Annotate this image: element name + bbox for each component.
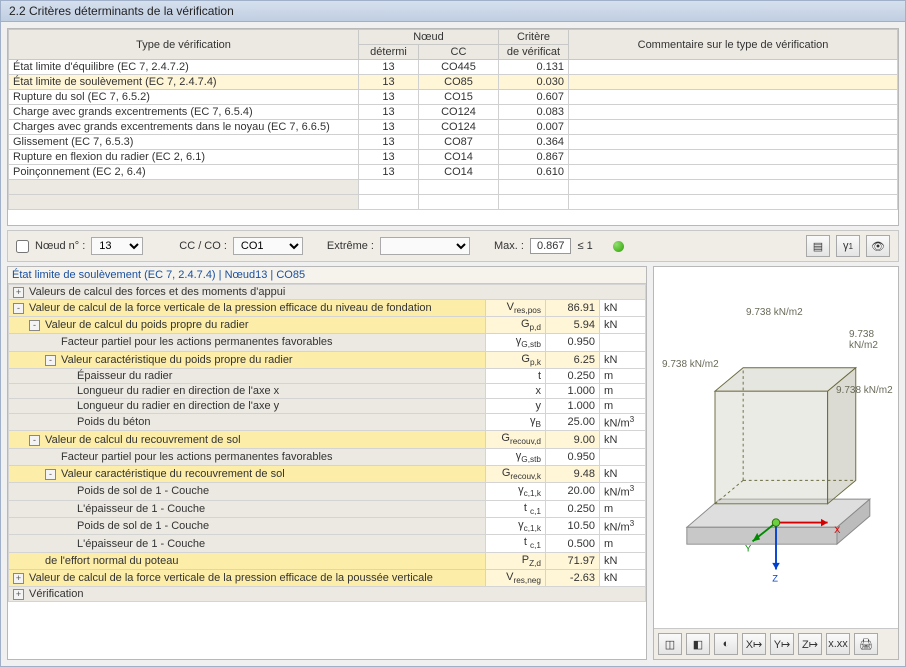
toolbar-btn-1[interactable]: ▤ — [806, 235, 830, 257]
details-row[interactable]: Facteur partiel pour les actions permane… — [9, 334, 646, 351]
viewer-panel: X Y Z 9.738 kN/m2 9.738 kN/m2 9.738 kN/m… — [653, 266, 899, 660]
details-row[interactable]: de l'effort normal du poteauPZ,d71.97kN — [9, 552, 646, 569]
filter-bar: Nœud n° : 13 CC / CO : CO1 Extrême : Max… — [7, 230, 899, 262]
lower-split: État limite de soulèvement (EC 7, 2.4.7.… — [7, 266, 899, 660]
twisty-icon[interactable]: + — [13, 573, 24, 584]
viewer-3d[interactable]: X Y Z 9.738 kN/m2 9.738 kN/m2 9.738 kN/m… — [654, 267, 898, 628]
noeud-label: Nœud n° : — [35, 240, 85, 252]
toolbar-btn-view[interactable]: 👁 — [866, 235, 890, 257]
max-limit: ≤ 1 — [577, 240, 592, 252]
twisty-icon[interactable]: + — [13, 589, 24, 600]
viewer-btn-0[interactable]: ◫ — [658, 633, 682, 655]
viewer-btn-4[interactable]: Y↦ — [770, 633, 794, 655]
twisty-icon[interactable]: - — [29, 320, 40, 331]
viewer-btn-7[interactable]: 🖨 — [854, 633, 878, 655]
details-row[interactable]: - Valeur caractéristique du recouvrement… — [9, 465, 646, 482]
viewer-toolbar: ◫◧◐X↦Y↦Z↦x.xx🖨 — [654, 628, 898, 659]
axis-y-label: Y — [745, 544, 752, 554]
table-row[interactable]: Charge avec grands excentrements (EC 7, … — [9, 105, 898, 120]
load-left: 9.738 kN/m2 — [662, 359, 719, 370]
extreme-select[interactable] — [380, 237, 470, 255]
details-row[interactable]: - Valeur de calcul de la force verticale… — [9, 300, 646, 317]
table-row[interactable]: État limite d'équilibre (EC 7, 2.4.7.2)1… — [9, 60, 898, 75]
details-row[interactable]: + Valeurs de calcul des forces et des mo… — [9, 285, 646, 300]
viewer-btn-3[interactable]: X↦ — [742, 633, 766, 655]
axis-z-label: Z — [772, 574, 778, 584]
cc-label: CC / CO : — [179, 240, 227, 252]
th-critere: Critère — [499, 30, 569, 45]
axis-x-label: X — [834, 525, 841, 535]
details-row[interactable]: L'épaisseur de 1 - Couchet c,10.250m — [9, 500, 646, 517]
th-noeud-group: Nœud — [359, 30, 499, 45]
twisty-icon[interactable]: - — [45, 355, 56, 366]
details-row[interactable]: Longueur du radier en direction de l'axe… — [9, 383, 646, 398]
toolbar-btn-2[interactable]: γ1 — [836, 235, 860, 257]
table-row[interactable]: Poinçonnement (EC 2, 6.4)13CO140.610 — [9, 165, 898, 180]
cc-select[interactable]: CO1 — [233, 237, 303, 255]
window-title: 2.2 Critères déterminants de la vérifica… — [1, 1, 905, 22]
criteria-table: Type de vérification Nœud Critère Commen… — [8, 29, 898, 210]
load-top: 9.738 kN/m2 — [746, 307, 803, 318]
twisty-icon[interactable]: + — [13, 287, 24, 298]
table-row[interactable]: Glissement (EC 7, 6.5.3)13CO870.364 — [9, 135, 898, 150]
twisty-icon[interactable]: - — [13, 303, 24, 314]
viewer-btn-6[interactable]: x.xx — [826, 633, 850, 655]
twisty-icon[interactable]: - — [45, 469, 56, 480]
cube-front — [715, 391, 828, 504]
viewer-btn-5[interactable]: Z↦ — [798, 633, 822, 655]
details-table: + Valeurs de calcul des forces et des mo… — [8, 284, 646, 602]
extreme-label: Extrême : — [327, 240, 374, 252]
th-cc: CC — [419, 45, 499, 60]
th-determi: détermi — [359, 45, 419, 60]
details-row[interactable]: Poids de sol de 1 - Coucheγc,1,k20.00kN/… — [9, 482, 646, 500]
details-row[interactable]: Facteur partiel pour les actions permane… — [9, 448, 646, 465]
table-row[interactable]: État limite de soulèvement (EC 7, 2.4.7.… — [9, 75, 898, 90]
soil-front — [687, 527, 837, 544]
details-row[interactable]: Longueur du radier en direction de l'axe… — [9, 398, 646, 413]
th-commentaire: Commentaire sur le type de vérification — [569, 30, 898, 60]
table-row[interactable]: Rupture en flexion du radier (EC 2, 6.1)… — [9, 150, 898, 165]
details-row[interactable]: Poids de sol de 1 - Coucheγc,1,k10.50kN/… — [9, 517, 646, 535]
viewer-svg: X Y Z — [654, 267, 898, 628]
viewer-btn-1[interactable]: ◧ — [686, 633, 710, 655]
details-row[interactable]: - Valeur caractéristique du poids propre… — [9, 351, 646, 368]
details-row[interactable]: - Valeur de calcul du recouvrement de so… — [9, 431, 646, 448]
details-row[interactable]: Poids du bétonγB25.00kN/m3 — [9, 413, 646, 431]
details-header: État limite de soulèvement (EC 7, 2.4.7.… — [8, 267, 646, 284]
status-ok-icon — [613, 241, 624, 252]
load-front: 9.738 kN/m2 — [836, 385, 893, 396]
noeud-checkbox[interactable] — [16, 240, 29, 253]
twisty-icon[interactable]: - — [29, 435, 40, 446]
top-table: Type de vérification Nœud Critère Commen… — [7, 28, 899, 226]
viewer-btn-2[interactable]: ◐ — [714, 633, 738, 655]
details-row[interactable]: L'épaisseur de 1 - Couchet c,10.500m — [9, 535, 646, 552]
noeud-select[interactable]: 13 — [91, 237, 143, 255]
th-type: Type de vérification — [9, 30, 359, 60]
table-row[interactable]: Rupture du sol (EC 7, 6.5.2)13CO150.607 — [9, 90, 898, 105]
window-content: Type de vérification Nœud Critère Commen… — [1, 22, 905, 666]
verification-window: 2.2 Critères déterminants de la vérifica… — [0, 0, 906, 667]
details-row[interactable]: Épaisseur du radiert0.250m — [9, 368, 646, 383]
details-row[interactable]: + Valeur de calcul de la force verticale… — [9, 569, 646, 586]
table-row[interactable]: Charges avec grands excentrements dans l… — [9, 120, 898, 135]
th-deverificat: de vérificat — [499, 45, 569, 60]
max-value: 0.867 — [530, 238, 572, 254]
details-panel: État limite de soulèvement (EC 7, 2.4.7.… — [7, 266, 647, 660]
details-row[interactable]: - Valeur de calcul du poids propre du ra… — [9, 317, 646, 334]
max-label: Max. : — [494, 240, 524, 252]
load-right: 9.738 kN/m2 — [849, 329, 898, 351]
details-row[interactable]: + Vérification — [9, 587, 646, 602]
